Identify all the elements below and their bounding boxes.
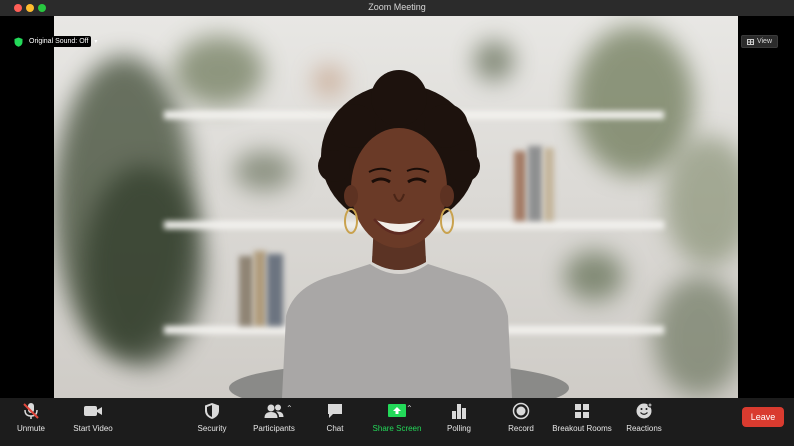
- participants-options-chevron-icon[interactable]: ⌃: [286, 404, 293, 413]
- share-screen-icon: [388, 404, 406, 417]
- reactions-label: Reactions: [626, 424, 662, 433]
- grid-view-icon: [746, 38, 754, 45]
- window-titlebar: Zoom Meeting: [0, 0, 794, 17]
- breakout-rooms-label: Breakout Rooms: [552, 424, 612, 433]
- polling-label: Polling: [446, 424, 471, 433]
- shield-check-icon: [14, 37, 23, 47]
- reactions-button[interactable]: Reactions: [626, 402, 662, 433]
- leave-meeting-button[interactable]: Leave: [742, 407, 784, 427]
- polling-button[interactable]: Polling: [444, 402, 474, 433]
- original-sound-indicator[interactable]: Original Sound: Off ▾: [14, 36, 97, 47]
- participants-label: Participants: [253, 424, 295, 433]
- chat-bubble-icon: [328, 404, 342, 418]
- record-label: Record: [508, 424, 534, 433]
- breakout-rooms-icon: [575, 404, 589, 418]
- breakout-rooms-button[interactable]: Breakout Rooms: [552, 402, 612, 433]
- unmute-button[interactable]: Unmute: [12, 402, 50, 433]
- shield-icon: [205, 403, 219, 419]
- original-sound-label: Original Sound: Off: [26, 36, 92, 47]
- meeting-toolbar: Unmute Start Video Security Participants…: [0, 398, 794, 446]
- chevron-down-icon: ▾: [94, 39, 98, 45]
- start-video-label: Start Video: [73, 424, 113, 433]
- muted-microphone-icon: [23, 403, 39, 419]
- security-button[interactable]: Security: [194, 402, 230, 433]
- view-label: View: [756, 38, 772, 45]
- video-camera-icon: [84, 406, 102, 416]
- participant-person: [229, 70, 569, 398]
- share-screen-button[interactable]: Share Screen: [372, 402, 422, 433]
- participant-video: [54, 16, 738, 398]
- participants-icon: [264, 404, 284, 418]
- window-title: Zoom Meeting: [368, 2, 426, 12]
- chat-label: Chat: [326, 424, 344, 433]
- bar-chart-icon: [452, 404, 466, 419]
- share-screen-options-chevron-icon[interactable]: ⌃: [406, 404, 413, 413]
- view-button[interactable]: View: [740, 35, 778, 48]
- security-label: Security: [197, 424, 227, 433]
- record-icon: [512, 402, 530, 420]
- smiley-icon: [636, 402, 653, 419]
- video-stage: Original Sound: Off ▾ View: [0, 16, 794, 398]
- unmute-label: Unmute: [16, 424, 45, 433]
- record-button[interactable]: Record: [506, 402, 536, 433]
- start-video-button[interactable]: Start Video: [70, 402, 116, 433]
- share-screen-label: Share Screen: [372, 424, 422, 433]
- chat-button[interactable]: Chat: [322, 402, 348, 433]
